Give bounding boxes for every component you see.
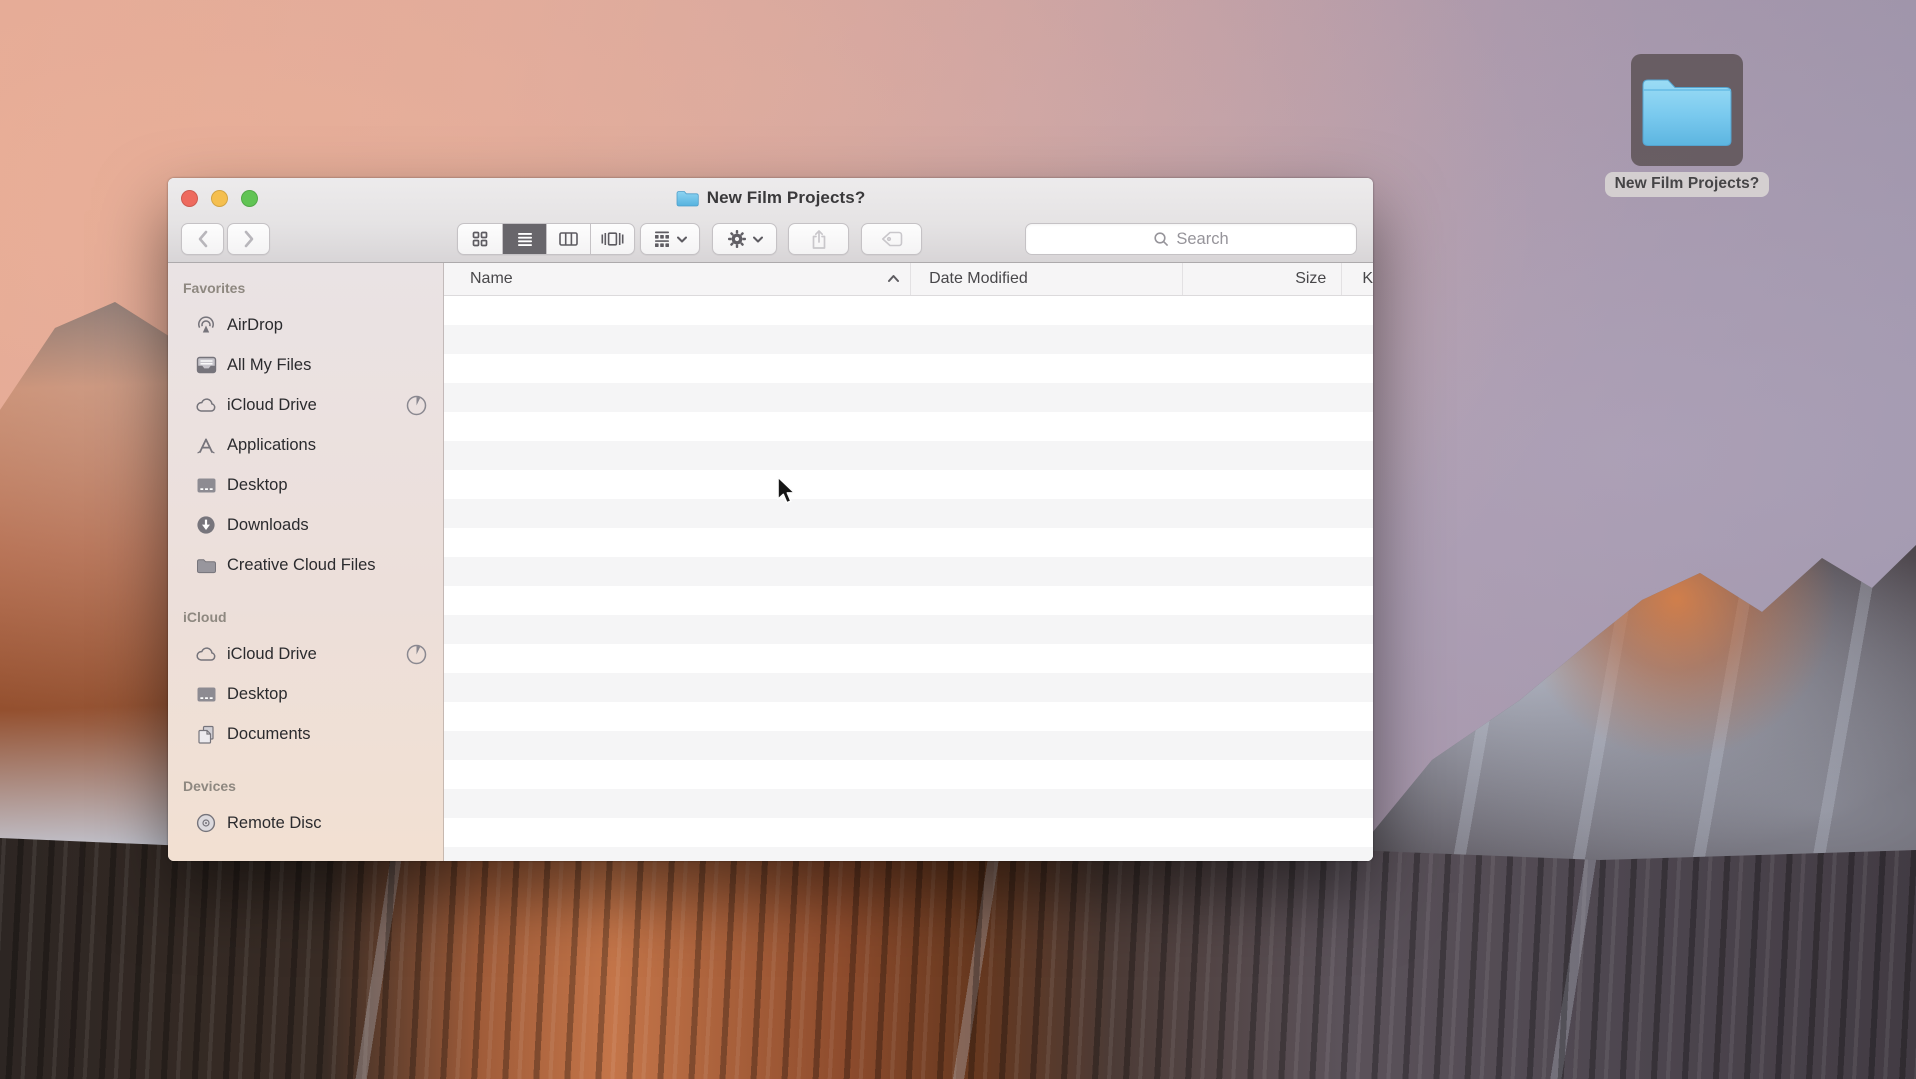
sidebar-section-devices: Devices Remote Disc	[168, 776, 443, 843]
icloud-icon	[194, 397, 218, 413]
section-header: iCloud	[183, 607, 443, 627]
sidebar-item-label: Desktop	[227, 685, 288, 704]
sidebar-item-documents[interactable]: Documents	[168, 714, 443, 754]
column-header-kind[interactable]: K	[1341, 263, 1373, 295]
sidebar-item-label: AirDrop	[227, 316, 283, 335]
search-placeholder: Search	[1176, 230, 1228, 249]
search-icon	[1153, 231, 1170, 248]
column-view-button[interactable]	[546, 224, 590, 254]
sidebar-item-label: Remote Disc	[227, 814, 321, 833]
toolbar: Search	[168, 218, 1373, 263]
mouse-cursor	[776, 476, 800, 506]
sidebar-item-label: iCloud Drive	[227, 645, 317, 664]
chevron-down-icon	[677, 236, 687, 243]
folder-icon	[1640, 72, 1734, 148]
list-view-button[interactable]	[502, 224, 546, 254]
sidebar-item-label: Applications	[227, 436, 316, 455]
list-view: Name Date Modified Size K	[444, 263, 1373, 861]
icon-view-button[interactable]	[458, 224, 502, 254]
sidebar-item-downloads[interactable]: Downloads	[168, 505, 443, 545]
zoom-button[interactable]	[241, 190, 258, 207]
applications-icon	[194, 436, 218, 454]
icon-label: New Film Projects?	[1605, 172, 1770, 197]
airdrop-icon	[194, 315, 218, 335]
coverflow-view-icon	[601, 231, 624, 247]
sidebar-item-label: iCloud Drive	[227, 396, 317, 415]
sidebar-item-label: Creative Cloud Files	[227, 556, 376, 575]
sidebar-section-icloud: iCloud iCloud Drive	[168, 607, 443, 754]
window-title: New Film Projects?	[707, 188, 866, 208]
column-header-date-modified[interactable]: Date Modified	[910, 263, 1182, 295]
column-header-name[interactable]: Name	[444, 263, 910, 295]
all-my-files-icon	[194, 356, 218, 374]
list-header: Name Date Modified Size K	[444, 263, 1373, 296]
desktop-icon	[194, 477, 218, 494]
sidebar-item-creative-cloud-files[interactable]: Creative Cloud Files	[168, 545, 443, 585]
arrange-button[interactable]	[640, 223, 700, 255]
downloads-icon	[194, 515, 218, 535]
sidebar: Favorites AirDrop	[168, 263, 444, 861]
sidebar-item-all-my-files[interactable]: All My Files	[168, 345, 443, 385]
close-button[interactable]	[181, 190, 198, 207]
tags-button[interactable]	[861, 223, 922, 255]
icon-selection-box	[1631, 54, 1743, 166]
sidebar-item-label: All My Files	[227, 356, 311, 375]
sidebar-section-favorites: Favorites AirDrop	[168, 278, 443, 585]
minimize-button[interactable]	[211, 190, 228, 207]
file-list-empty-area[interactable]	[444, 296, 1373, 861]
gear-icon	[727, 229, 747, 249]
list-view-icon	[517, 232, 533, 247]
arrange-grid-icon	[653, 231, 671, 247]
sidebar-item-label: Downloads	[227, 516, 309, 535]
icloud-icon	[194, 646, 218, 662]
titlebar[interactable]: New Film Projects?	[168, 178, 1373, 218]
coverflow-view-button[interactable]	[590, 224, 634, 254]
tag-icon	[881, 231, 903, 247]
sidebar-item-desktop-2[interactable]: Desktop	[168, 674, 443, 714]
desktop-icon	[194, 686, 218, 703]
window-chrome: New Film Projects?	[168, 178, 1373, 263]
sidebar-item-icloud-drive-2[interactable]: iCloud Drive	[168, 634, 443, 674]
sync-progress-pie-icon	[406, 395, 427, 416]
section-header: Devices	[183, 776, 443, 796]
documents-icon	[194, 725, 218, 744]
column-header-size[interactable]: Size	[1182, 263, 1341, 295]
sidebar-item-desktop[interactable]: Desktop	[168, 465, 443, 505]
sort-ascending-icon	[887, 274, 900, 283]
action-button[interactable]	[712, 223, 777, 255]
sidebar-item-icloud-drive[interactable]: iCloud Drive	[168, 385, 443, 425]
icon-view-icon	[472, 231, 488, 247]
sidebar-item-applications[interactable]: Applications	[168, 425, 443, 465]
disc-icon	[194, 813, 218, 833]
search-input[interactable]: Search	[1025, 223, 1357, 255]
view-mode-segmented-control	[457, 223, 635, 255]
folder-icon	[194, 557, 218, 574]
sidebar-item-label: Documents	[227, 725, 310, 744]
sidebar-item-label: Desktop	[227, 476, 288, 495]
chevron-down-icon	[753, 236, 763, 243]
share-button[interactable]	[788, 223, 849, 255]
back-button[interactable]	[181, 223, 224, 255]
column-view-icon	[559, 232, 578, 246]
desktop-icon-new-film-projects[interactable]: New Film Projects?	[1592, 54, 1782, 197]
chevron-left-icon	[197, 230, 209, 248]
share-icon	[809, 229, 829, 250]
sidebar-item-remote-disc[interactable]: Remote Disc	[168, 803, 443, 843]
chevron-right-icon	[243, 230, 255, 248]
finder-window: New Film Projects?	[168, 178, 1373, 861]
sidebar-item-airdrop[interactable]: AirDrop	[168, 305, 443, 345]
sync-progress-pie-icon	[406, 644, 427, 665]
section-header: Favorites	[183, 278, 443, 298]
forward-button[interactable]	[227, 223, 270, 255]
proxy-folder-icon	[676, 189, 699, 207]
